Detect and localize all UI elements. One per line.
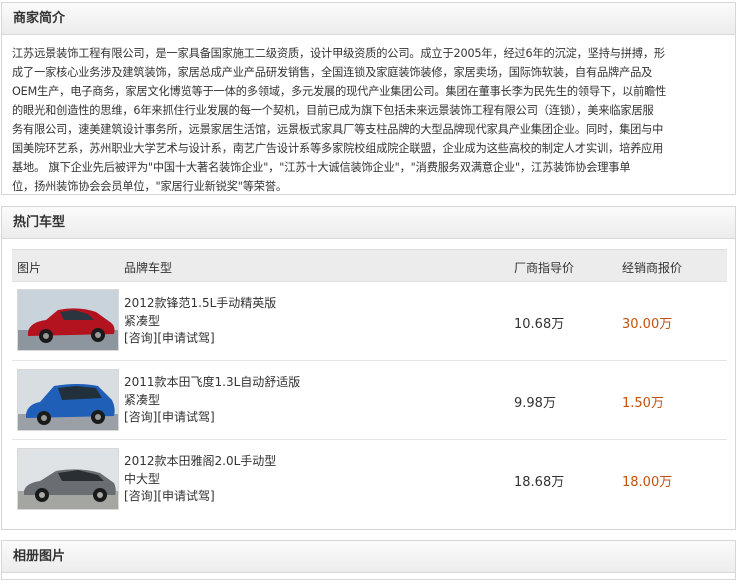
intro-line: 的眼光和创造性的思维，6年来抓住行业发展的每一个契机，目前已成为旗下包括未来远景…: [12, 104, 654, 117]
car-table: 图片 品牌车型 厂商指导价 经销商报价 2012款锋范1.5L手动精英版 紧凑型…: [12, 249, 727, 519]
intro-text: 江苏远景装饰工程有限公司，是一家具备国家施工二级资质，设计甲级资质的公司。成立于…: [2, 35, 735, 196]
table-row: 2012款锋范1.5L手动精英版 紧凑型 [咨询][申请试驾] 10.68万 3…: [12, 282, 727, 361]
header-image: 图片: [17, 261, 42, 275]
msrp-price: 10.68万: [514, 317, 565, 332]
intro-line: OEM生产，电子商务，家居文化博览等于一体的多领域，多元发展的现代产业集团公司。…: [12, 85, 667, 98]
car-photo[interactable]: [17, 289, 119, 351]
intro-line: 位，扬州装饰协会会员单位，"家居行业新锐奖"等荣誉。: [12, 180, 287, 193]
header-msrp: 厂商指导价: [514, 261, 575, 275]
car-photo[interactable]: [17, 369, 119, 431]
car-name[interactable]: 2012款本田雅阁2.0L手动型: [124, 453, 276, 471]
album-title: 相册图片: [2, 541, 735, 573]
intro-line: 务有限公司，速美建筑设计事务所，远景家居生活馆，远景板式家具厂等支柱品牌的大型品…: [12, 123, 664, 136]
album-panel: 相册图片: [1, 540, 736, 580]
intro-line: 国美院环艺系，苏州职业大学艺术与设计系，南艺广告设计系等多家院校组成院企联盟，企…: [12, 142, 664, 155]
table-row: 2011款本田飞度1.3L自动舒适版 紧凑型 [咨询][申请试驾] 9.98万 …: [12, 361, 727, 440]
hot-cars-panel: 热门车型 图片 品牌车型 厂商指导价 经销商报价 2012款锋范1.5L手动精英…: [1, 206, 736, 530]
car-type: 紧凑型: [124, 392, 161, 407]
car-table-header: 图片 品牌车型 厂商指导价 经销商报价: [12, 249, 727, 282]
intro-title: 商家简介: [2, 3, 735, 35]
dealer-price: 1.50万: [622, 396, 664, 411]
header-model: 品牌车型: [124, 261, 173, 275]
intro-line: 成了一家核心业务涉及建筑装饰，家居总成产业产品研发销售，全国连锁及家庭装饰装修，…: [12, 66, 653, 79]
car-model-info: 2011款本田飞度1.3L自动舒适版 紧凑型 [咨询][申请试驾]: [124, 374, 300, 427]
table-row: 2012款本田雅阁2.0L手动型 中大型 [咨询][申请试驾] 18.68万 1…: [12, 440, 727, 519]
msrp-price: 9.98万: [514, 396, 556, 411]
consult-link[interactable]: [咨询]: [124, 331, 157, 345]
msrp-price: 18.68万: [514, 475, 565, 490]
dealer-price: 18.00万: [622, 475, 673, 490]
intro-line: 江苏远景装饰工程有限公司，是一家具备国家施工二级资质，设计甲级资质的公司。成立于…: [12, 47, 665, 60]
car-name[interactable]: 2011款本田飞度1.3L自动舒适版: [124, 374, 300, 392]
car-type: 中大型: [124, 471, 161, 486]
intro-panel: 商家简介 江苏远景装饰工程有限公司，是一家具备国家施工二级资质，设计甲级资质的公…: [1, 2, 736, 195]
car-type: 紧凑型: [124, 313, 161, 328]
test-drive-link[interactable]: [申请试驾]: [157, 410, 214, 424]
hot-cars-title: 热门车型: [2, 207, 735, 239]
car-name[interactable]: 2012款锋范1.5L手动精英版: [124, 295, 276, 313]
consult-link[interactable]: [咨询]: [124, 410, 157, 424]
car-model-info: 2012款本田雅阁2.0L手动型 中大型 [咨询][申请试驾]: [124, 453, 276, 506]
dealer-price: 30.00万: [622, 317, 673, 332]
header-dealer-price: 经销商报价: [622, 261, 683, 275]
consult-link[interactable]: [咨询]: [124, 489, 157, 503]
car-model-info: 2012款锋范1.5L手动精英版 紧凑型 [咨询][申请试驾]: [124, 295, 276, 348]
test-drive-link[interactable]: [申请试驾]: [157, 489, 214, 503]
intro-line: 基地。 旗下企业先后被评为"中国十大著名装饰企业"，"江苏十大诚信装饰企业"，"…: [12, 161, 631, 174]
test-drive-link[interactable]: [申请试驾]: [157, 331, 214, 345]
car-photo[interactable]: [17, 448, 119, 510]
